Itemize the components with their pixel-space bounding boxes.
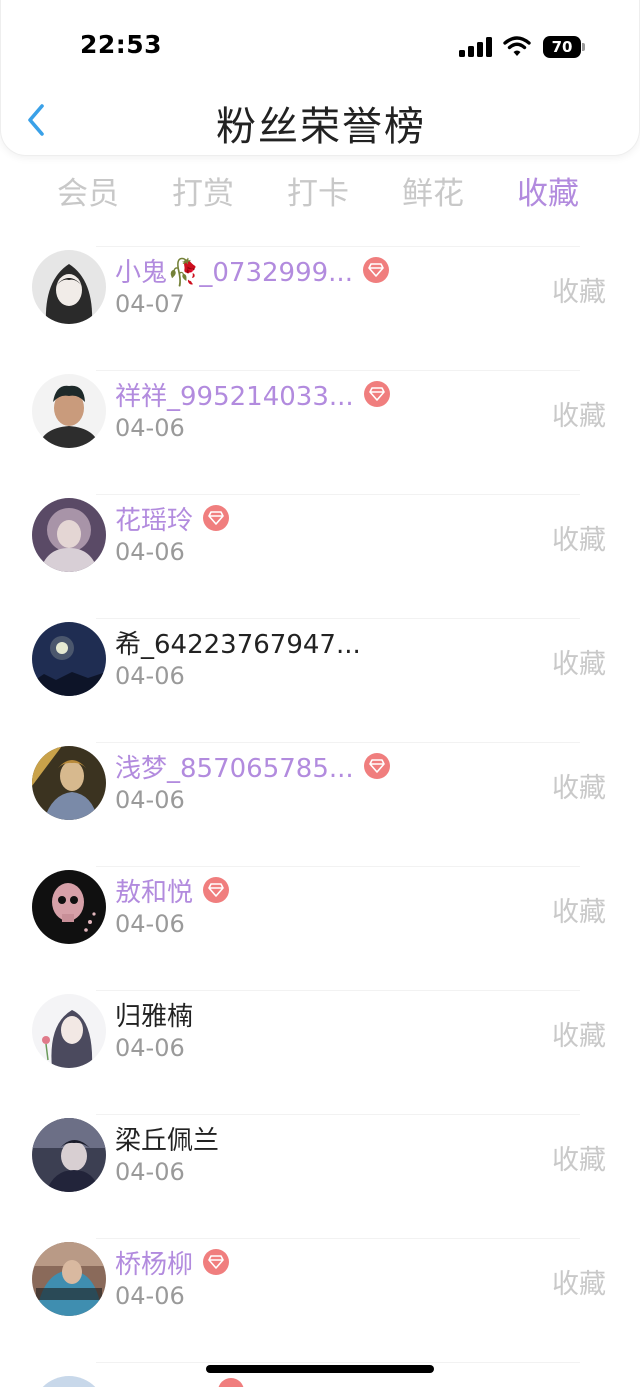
fan-name-line: 希_64223767947... bbox=[115, 624, 361, 660]
avatar[interactable] bbox=[32, 870, 106, 944]
action-label: 收藏 bbox=[552, 649, 606, 680]
fan-name[interactable]: 敖和悦 bbox=[115, 872, 193, 909]
fan-row[interactable]: 梁丘佩兰 04-06 收藏 bbox=[0, 1114, 640, 1238]
fan-date: 04-07 bbox=[115, 290, 185, 318]
fan-date: 04-06 bbox=[115, 786, 185, 814]
tab-rewards[interactable]: 打赏 bbox=[153, 168, 253, 213]
fan-date: 04-06 bbox=[115, 414, 185, 442]
page-title: 粉丝荣誉榜 bbox=[216, 104, 426, 150]
avatar[interactable] bbox=[32, 622, 106, 696]
row-divider bbox=[96, 618, 580, 619]
fan-name[interactable]: 希_64223767947... bbox=[115, 624, 361, 661]
action-label: 收藏 bbox=[552, 1021, 606, 1052]
cellular-signal-icon bbox=[459, 37, 493, 57]
fan-date: 04-06 bbox=[115, 538, 185, 566]
fan-name-line: 桥杨柳 bbox=[115, 1244, 230, 1281]
avatar[interactable] bbox=[32, 1376, 106, 1387]
row-divider bbox=[96, 866, 580, 867]
row-divider bbox=[96, 1114, 580, 1115]
app-header: 22:53 70 粉丝荣誉榜 bbox=[0, 0, 640, 156]
vip-diamond-icon bbox=[363, 753, 390, 779]
fan-name-line: 敖和悦 bbox=[115, 872, 230, 909]
row-divider bbox=[96, 370, 580, 371]
fan-name[interactable]: 归雅楠 bbox=[115, 996, 193, 1033]
vip-diamond-icon bbox=[218, 1378, 244, 1387]
home-indicator[interactable] bbox=[206, 1365, 434, 1373]
tab-members[interactable]: 会员 bbox=[38, 168, 138, 213]
fan-row[interactable]: 祥祥_995214033... 04-06 收藏 bbox=[0, 370, 640, 494]
fan-name-line: 归雅楠 bbox=[115, 996, 193, 1032]
fan-name[interactable]: 祥祥_995214033... bbox=[115, 376, 354, 413]
row-divider bbox=[96, 246, 580, 247]
avatar[interactable] bbox=[32, 498, 106, 572]
fan-name[interactable]: 桥杨柳 bbox=[115, 1244, 193, 1281]
avatar[interactable] bbox=[32, 374, 106, 448]
avatar[interactable] bbox=[32, 746, 106, 820]
vip-diamond-icon bbox=[362, 257, 389, 283]
status-time: 22:53 bbox=[80, 30, 163, 59]
action-label: 收藏 bbox=[552, 277, 606, 308]
fan-name[interactable]: 小鬼🥀_0732999... bbox=[115, 252, 353, 289]
fan-date: 04-06 bbox=[115, 662, 185, 690]
action-label: 收藏 bbox=[552, 773, 606, 804]
fan-name-line: 梁丘佩兰 bbox=[115, 1120, 219, 1156]
vip-diamond-icon bbox=[363, 381, 390, 407]
fan-name-line: 小鬼🥀_0732999... bbox=[115, 252, 389, 288]
action-label: 收藏 bbox=[552, 897, 606, 928]
fan-name[interactable]: 梁丘佩兰 bbox=[115, 1120, 219, 1157]
row-divider bbox=[96, 494, 580, 495]
fan-name-line: 浅梦_857065785... bbox=[115, 748, 390, 784]
battery-icon: 70 bbox=[543, 36, 585, 58]
tab-bar: 会员 打赏 打卡 鲜花 收藏 bbox=[0, 168, 640, 218]
fan-row[interactable]: 敖和悦 04-06 收藏 bbox=[0, 866, 640, 990]
action-label: 收藏 bbox=[552, 401, 606, 432]
fan-row[interactable]: 归雅楠 04-06 收藏 bbox=[0, 990, 640, 1114]
avatar[interactable] bbox=[32, 994, 106, 1068]
fan-row[interactable]: 希_64223767947... 04-06 收藏 bbox=[0, 618, 640, 742]
fan-date: 04-06 bbox=[115, 1282, 185, 1310]
fan-name-line: 花瑶玲 bbox=[115, 500, 230, 537]
fan-name[interactable]: 花瑶玲 bbox=[115, 500, 193, 537]
fan-row[interactable]: 浅梦_857065785... 04-06 收藏 bbox=[0, 742, 640, 866]
tab-flowers[interactable]: 鲜花 bbox=[383, 168, 483, 213]
vip-diamond-icon bbox=[203, 1249, 230, 1275]
row-divider bbox=[96, 1238, 580, 1239]
row-divider bbox=[96, 1362, 580, 1363]
fan-name-line: 祥祥_995214033... bbox=[115, 376, 390, 412]
fan-name[interactable]: 浅梦_857065785... bbox=[115, 748, 354, 785]
fan-date: 04-06 bbox=[115, 1034, 185, 1062]
battery-level: 70 bbox=[551, 38, 573, 56]
fan-date: 04-06 bbox=[115, 1158, 185, 1186]
tab-favorites[interactable]: 收藏 bbox=[498, 168, 598, 213]
action-label: 收藏 bbox=[552, 1269, 606, 1300]
avatar[interactable] bbox=[32, 250, 106, 324]
vip-diamond-icon bbox=[203, 877, 230, 903]
row-divider bbox=[96, 742, 580, 743]
vip-diamond-icon bbox=[203, 505, 230, 531]
fan-date: 04-06 bbox=[115, 910, 185, 938]
avatar[interactable] bbox=[32, 1242, 106, 1316]
tab-checkin[interactable]: 打卡 bbox=[268, 168, 368, 213]
row-divider bbox=[96, 990, 580, 991]
fan-row[interactable]: 小鬼🥀_0732999... 04-07 收藏 bbox=[0, 246, 640, 370]
wifi-icon bbox=[503, 34, 531, 58]
action-label: 收藏 bbox=[552, 525, 606, 556]
avatar[interactable] bbox=[32, 1118, 106, 1192]
fan-row[interactable]: 花瑶玲 04-06 收藏 bbox=[0, 494, 640, 618]
nav-bar: 粉丝荣誉榜 bbox=[1, 90, 640, 150]
fan-row[interactable]: 桥杨柳 04-06 收藏 bbox=[0, 1238, 640, 1362]
status-bar: 22:53 70 bbox=[1, 0, 640, 90]
action-label: 收藏 bbox=[552, 1145, 606, 1176]
